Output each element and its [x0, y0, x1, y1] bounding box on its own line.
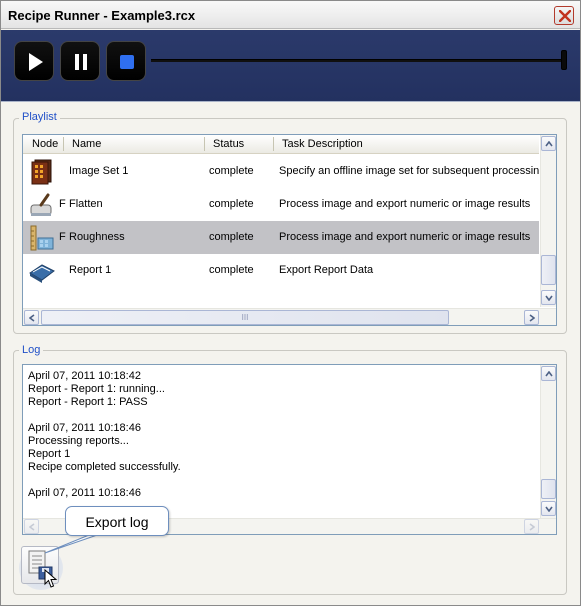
flatten-icon [30, 193, 52, 216]
scroll-thumb[interactable] [541, 255, 556, 285]
scroll-up-button[interactable] [541, 136, 556, 151]
column-status[interactable]: Status [213, 138, 244, 154]
pause-button[interactable] [60, 41, 100, 81]
playlist-vscroll[interactable] [540, 135, 556, 307]
chevron-left-icon [29, 523, 35, 531]
table-row[interactable]: F Flatten complete Process image and exp… [23, 188, 539, 221]
table-row[interactable]: Image Set 1 complete Specify an offline … [23, 155, 539, 188]
table-row-selected[interactable]: F Roughness complete Process image and e… [23, 221, 539, 254]
chevron-up-icon [545, 141, 553, 147]
chevron-down-icon [545, 295, 553, 301]
column-task-description[interactable]: Task Description [282, 138, 363, 154]
play-icon [29, 53, 43, 71]
row-description: Export Report Data [279, 264, 374, 276]
playlist-hscroll[interactable]: III [23, 308, 556, 325]
progress-slider-track[interactable] [151, 59, 565, 62]
scroll-right-button[interactable] [524, 310, 539, 325]
log-line: Recipe completed successfully. [28, 461, 181, 473]
row-name: Flatten [69, 198, 103, 210]
scroll-right-button[interactable] [524, 519, 539, 534]
close-icon [559, 10, 571, 22]
column-node[interactable]: Node [32, 138, 58, 154]
recipe-runner-window: Recipe Runner - Example3.rcx Playlist No… [0, 0, 581, 606]
log-vscroll[interactable] [540, 365, 556, 518]
log-label: Log [19, 344, 44, 356]
image-set-icon [31, 159, 52, 185]
roughness-icon [30, 225, 54, 251]
log-line: Report 1 [28, 448, 71, 460]
row-name: Report 1 [69, 264, 112, 276]
export-log-tooltip: Export log [65, 506, 169, 536]
progress-slider-thumb[interactable] [561, 50, 567, 70]
row-flag: F [59, 231, 66, 243]
column-name[interactable]: Name [72, 138, 101, 154]
title-bar[interactable]: Recipe Runner - Example3.rcx [1, 1, 580, 29]
hscroll-thumb[interactable]: III [41, 310, 449, 325]
row-status: complete [209, 198, 254, 210]
row-name: Roughness [69, 231, 125, 243]
log-line: April 07, 2011 10:18:42 [28, 370, 141, 382]
row-description: Process image and export numeric or imag… [279, 231, 531, 243]
chevron-down-icon [545, 506, 553, 512]
log-line: Report - Report 1: PASS [28, 396, 148, 408]
log-line: Report - Report 1: running... [28, 383, 165, 395]
stop-icon [120, 55, 134, 69]
chevron-up-icon [545, 371, 553, 377]
table-row[interactable]: Report 1 complete Export Report Data [23, 254, 539, 287]
scroll-up-button[interactable] [541, 366, 556, 381]
close-button[interactable] [554, 6, 574, 25]
log-line: April 07, 2011 10:18:46 [28, 487, 141, 499]
row-description: Process image and export numeric or imag… [279, 198, 531, 210]
row-flag: F [59, 198, 66, 210]
scroll-down-button[interactable] [541, 290, 556, 305]
mouse-cursor-icon [44, 569, 58, 588]
chevron-left-icon [29, 314, 35, 322]
row-status: complete [209, 231, 254, 243]
tooltip-text: Export log [85, 514, 149, 530]
play-button[interactable] [14, 41, 54, 81]
window-title: Recipe Runner - Example3.rcx [8, 8, 196, 23]
scroll-down-button[interactable] [541, 501, 556, 516]
log-line: Processing reports... [28, 435, 129, 447]
playlist-header: Node Name Status Task Description [23, 135, 539, 154]
scroll-left-button[interactable] [24, 519, 39, 534]
log-line: April 07, 2011 10:18:46 [28, 422, 141, 434]
scroll-left-button[interactable] [24, 310, 39, 325]
report-icon [29, 264, 55, 283]
row-description: Specify an offline image set for subsequ… [279, 165, 539, 177]
row-status: complete [209, 264, 254, 276]
row-name: Image Set 1 [69, 165, 129, 177]
playlist-label: Playlist [19, 111, 60, 123]
stop-button[interactable] [106, 41, 146, 81]
row-status: complete [209, 165, 254, 177]
chevron-right-icon [529, 314, 535, 322]
chevron-right-icon [529, 523, 535, 531]
pause-icon [75, 54, 87, 70]
playlist-table[interactable]: Node Name Status Task Description Image … [22, 134, 557, 326]
scroll-thumb[interactable] [541, 479, 556, 499]
playback-toolbar [1, 30, 580, 102]
